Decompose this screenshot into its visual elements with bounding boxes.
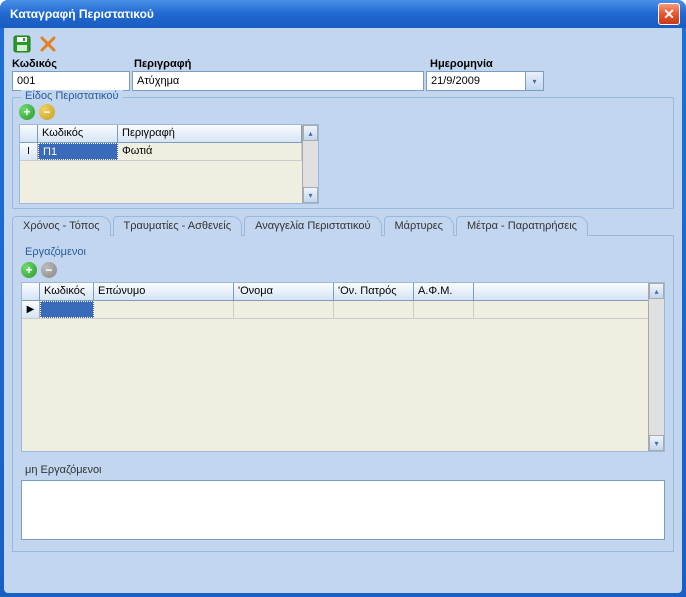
col-code[interactable]: Κωδικός: [40, 283, 94, 300]
chevron-down-icon: ▾: [654, 439, 658, 448]
grid-inner: Κωδικός Περιγραφή I Π1 Φωτιά: [20, 125, 302, 203]
tab-witnesses[interactable]: Μάρτυρες: [384, 216, 454, 236]
date-combo: ▾: [426, 71, 544, 91]
cell-afm[interactable]: [414, 301, 474, 318]
nonemployees-textarea[interactable]: [21, 480, 665, 540]
tab-measures[interactable]: Μέτρα - Παρατηρήσεις: [456, 216, 588, 236]
field-labels: Κωδικός Περιγραφή Ημερομηνία: [12, 58, 674, 71]
grid-corner: [20, 125, 38, 142]
row-indicator: ▶: [22, 301, 40, 318]
tab-panel-witnesses: Εργαζόμενοι + − Κωδικός Επώνυμο 'Ονομα '…: [12, 235, 674, 552]
employees-title: Εργαζόμενοι: [21, 246, 665, 258]
cell-code[interactable]: [40, 301, 94, 318]
col-desc[interactable]: Περιγραφή: [118, 125, 302, 142]
nonemployees-title: μη Εργαζόμενοι: [21, 464, 665, 476]
cell-father[interactable]: [334, 301, 414, 318]
tab-time-place[interactable]: Χρόνος - Τόπος: [12, 216, 111, 236]
chevron-down-icon: ▾: [308, 191, 312, 200]
employees-grid[interactable]: Κωδικός Επώνυμο 'Ονομα 'Ον. Πατρός Α.Φ.Μ…: [21, 282, 665, 452]
row-indicator: I: [20, 143, 38, 160]
toolbar: [12, 32, 674, 56]
cell-desc[interactable]: Φωτιά: [118, 143, 302, 160]
employees-tools: + −: [21, 262, 665, 278]
field-inputs: ▾: [12, 71, 674, 91]
grid-corner: [22, 283, 40, 300]
plus-icon: +: [23, 106, 30, 118]
date-dropdown-button[interactable]: ▾: [526, 71, 544, 91]
incident-type-group: Είδος Περιστατικού + − Κωδικός Περιγραφή…: [12, 97, 674, 209]
edit-icon: I: [27, 146, 30, 157]
grid-body: ▶: [22, 301, 648, 353]
save-icon: [13, 35, 31, 53]
code-input[interactable]: [12, 71, 130, 91]
grid-header: Κωδικός Επώνυμο 'Ονομα 'Ον. Πατρός Α.Φ.Μ…: [22, 283, 648, 301]
incident-type-tools: + −: [19, 104, 667, 120]
tab-casualties[interactable]: Τραυματίες - Ασθενείς: [113, 216, 243, 236]
code-label: Κωδικός: [12, 58, 132, 70]
cell-surname[interactable]: [94, 301, 234, 318]
close-button[interactable]: ✕: [658, 3, 680, 25]
window: Καταγραφή Περιστατικού ✕ Κωδικός Περιγρα…: [0, 0, 686, 597]
col-father[interactable]: 'Ον. Πατρός: [334, 283, 414, 300]
incident-type-grid[interactable]: Κωδικός Περιγραφή I Π1 Φωτιά ▴ ▾: [19, 124, 319, 204]
scrollbar[interactable]: ▴ ▾: [302, 125, 318, 203]
save-button[interactable]: [12, 34, 32, 54]
close-icon: ✕: [663, 6, 675, 23]
scrollbar[interactable]: ▴ ▾: [648, 283, 664, 451]
plus-icon: +: [25, 264, 32, 276]
date-input[interactable]: [426, 71, 526, 91]
desc-label: Περιγραφή: [134, 58, 428, 70]
remove-employee-button: −: [41, 262, 57, 278]
row-marker-icon: ▶: [27, 304, 35, 315]
scroll-up[interactable]: ▴: [649, 283, 664, 299]
cancel-button[interactable]: [38, 34, 58, 54]
col-name[interactable]: 'Ονομα: [234, 283, 334, 300]
add-incident-type-button[interactable]: +: [19, 104, 35, 120]
cancel-icon: [39, 35, 57, 53]
chevron-down-icon: ▾: [532, 77, 536, 86]
grid-inner: Κωδικός Επώνυμο 'Ονομα 'Ον. Πατρός Α.Φ.Μ…: [22, 283, 648, 451]
chevron-up-icon: ▴: [654, 287, 658, 296]
add-employee-button[interactable]: +: [21, 262, 37, 278]
table-row[interactable]: ▶: [22, 301, 648, 319]
grid-header: Κωδικός Περιγραφή: [20, 125, 302, 143]
minus-icon: −: [43, 106, 50, 118]
minus-icon: −: [45, 264, 52, 276]
date-label: Ημερομηνία: [430, 58, 550, 70]
table-row[interactable]: I Π1 Φωτιά: [20, 143, 302, 161]
incident-type-title: Είδος Περιστατικού: [21, 90, 123, 102]
scroll-up[interactable]: ▴: [303, 125, 318, 141]
cell-code[interactable]: Π1: [38, 143, 118, 160]
window-title: Καταγραφή Περιστατικού: [6, 7, 658, 21]
col-afm[interactable]: Α.Φ.Μ.: [414, 283, 474, 300]
grid-body: I Π1 Φωτιά: [20, 143, 302, 195]
scroll-down[interactable]: ▾: [303, 187, 318, 203]
col-surname[interactable]: Επώνυμο: [94, 283, 234, 300]
cell-name[interactable]: [234, 301, 334, 318]
desc-input[interactable]: [132, 71, 424, 91]
remove-incident-type-button[interactable]: −: [39, 104, 55, 120]
tab-strip: Χρόνος - Τόπος Τραυματίες - Ασθενείς Ανα…: [12, 216, 674, 236]
chevron-up-icon: ▴: [308, 129, 312, 138]
col-code[interactable]: Κωδικός: [38, 125, 118, 142]
scroll-down[interactable]: ▾: [649, 435, 664, 451]
tab-announce[interactable]: Αναγγελία Περιστατικού: [244, 216, 381, 236]
client-area: Κωδικός Περιγραφή Ημερομηνία ▾ Είδος Περ…: [4, 28, 682, 593]
titlebar: Καταγραφή Περιστατικού ✕: [0, 0, 686, 28]
